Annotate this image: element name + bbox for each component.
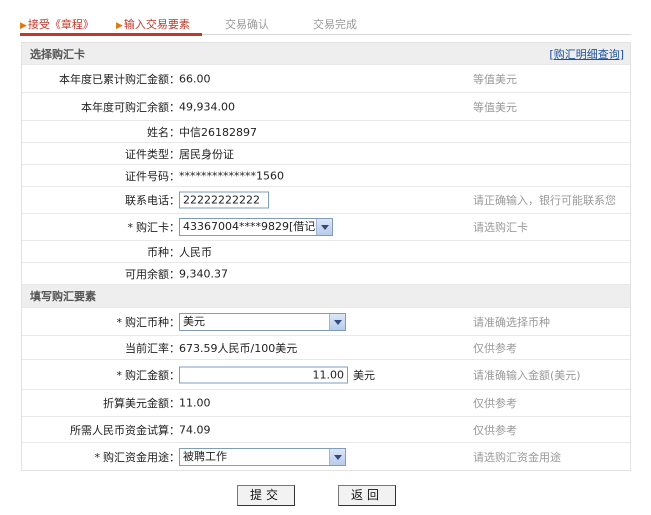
row-amount: * 购汇金额： 11.00 美元 请准确输入金额(美元) <box>22 360 630 390</box>
row-rate: 当前汇率： 673.59人民币/100美元 仅供参考 <box>22 336 630 360</box>
field-hint: 仅供参考 <box>473 397 517 410</box>
step-label: 输入交易要素 <box>123 18 190 31</box>
row-ytd-purchased: 本年度已累计购汇金额： 66.00 等值美元 <box>22 65 630 93</box>
amount-unit: 美元 <box>353 368 375 382</box>
rmb-needed-value: 74.09 <box>179 423 211 436</box>
field-hint: 请准确选择币种 <box>473 315 550 329</box>
field-label: 可用余额： <box>125 267 180 281</box>
row-currency: 币种： 人民币 <box>22 241 630 263</box>
field-label: * 购汇币种： <box>117 314 181 330</box>
submit-button[interactable]: 提交 <box>237 485 295 506</box>
field-label: * 购汇资金用途： <box>95 449 181 465</box>
row-phone: 联系电话： 22222222222 请正确输入，银行可能联系您 <box>22 187 630 214</box>
step-label: 接受《章程》 <box>27 18 94 31</box>
usd-equiv-value: 11.00 <box>179 396 211 410</box>
amount-input[interactable]: 11.00 <box>179 366 348 383</box>
row-usd-equiv: 折算美元金额： 11.00 仅供参考 <box>22 390 630 417</box>
row-card: * 购汇卡： 43367004****9829[借记卡] 请选购汇卡 <box>22 214 630 241</box>
required-marker: * <box>116 315 123 329</box>
field-label: 证件类型： <box>125 147 180 161</box>
field-hint: 请选购汇卡 <box>473 221 528 234</box>
buy-currency-select-value: 美元 <box>183 314 205 328</box>
card-select[interactable]: 43367004****9829[借记卡] <box>179 218 333 236</box>
purchase-form: 选择购汇卡 [购汇明细查询] 本年度已累计购汇金额： 66.00 等值美元 本年… <box>21 42 631 471</box>
name-value: 中信26182897 <box>179 125 257 139</box>
field-label: 本年度已累计购汇金额： <box>59 72 180 86</box>
step-label: 交易确认 <box>225 18 269 31</box>
step-progress-underline <box>20 33 202 36</box>
field-label: 证件号码： <box>125 169 180 183</box>
buy-currency-label-text: 购汇币种： <box>125 315 180 329</box>
section-select-card: 选择购汇卡 [购汇明细查询] <box>22 43 630 65</box>
required-marker: * <box>127 221 134 234</box>
field-hint: 仅供参考 <box>473 341 517 355</box>
step-confirm: 交易确认 <box>225 16 269 32</box>
id-type-value: 居民身份证 <box>179 147 234 161</box>
section-fill-elements: 填写购汇要素 <box>22 285 630 308</box>
field-hint: 请准确输入金额(美元) <box>473 368 581 382</box>
field-label: 本年度可购汇余额： <box>81 100 180 114</box>
field-hint: 请选购汇资金用途 <box>473 450 561 464</box>
purpose-select[interactable]: 被聘工作 <box>179 447 346 466</box>
field-hint: 等值美元 <box>473 100 517 114</box>
field-hint: 请正确输入，银行可能联系您 <box>473 194 616 207</box>
section-title: 填写购汇要素 <box>30 290 96 303</box>
purpose-label-text: 购汇资金用途： <box>103 450 180 464</box>
step-arrow-icon: ▶ <box>116 21 123 31</box>
field-label: 折算美元金额： <box>103 397 180 410</box>
step-complete: 交易完成 <box>313 16 357 32</box>
row-name: 姓名： 中信26182897 <box>22 121 630 143</box>
field-label: * 购汇卡： <box>128 219 181 235</box>
field-hint: 仅供参考 <box>473 423 517 437</box>
field-label: 币种： <box>147 245 180 259</box>
row-balance: 可用余额： 9,340.37 <box>22 263 630 285</box>
step-accept-charter: ▶接受《章程》 <box>20 16 94 32</box>
phone-input[interactable]: 22222222222 <box>179 191 269 209</box>
id-number-value: **************1560 <box>179 169 284 182</box>
balance-value: 9,340.37 <box>179 267 228 280</box>
ytd-available-value: 49,934.00 <box>179 100 235 113</box>
ytd-purchased-value: 66.00 <box>179 72 211 85</box>
back-button[interactable]: 返回 <box>338 485 396 506</box>
card-select-value: 43367004****9829[借记卡] <box>183 220 331 233</box>
required-marker: * <box>116 368 123 382</box>
field-label: 姓名： <box>147 125 180 139</box>
purchase-detail-query-link[interactable]: [购汇明细查询] <box>549 46 624 62</box>
row-ytd-available: 本年度可购汇余额： 49,934.00 等值美元 <box>22 93 630 121</box>
field-hint: 等值美元 <box>473 72 517 86</box>
required-marker: * <box>94 450 101 464</box>
step-input-elements: ▶输入交易要素 <box>116 16 190 32</box>
section-title: 选择购汇卡 <box>30 47 85 61</box>
buy-currency-select[interactable]: 美元 <box>179 312 346 331</box>
chevron-down-icon[interactable] <box>329 313 345 330</box>
amount-label-text: 购汇金额： <box>125 368 180 382</box>
field-label: * 购汇金额： <box>117 367 181 383</box>
row-rmb-needed: 所需人民币资金试算： 74.09 仅供参考 <box>22 417 630 443</box>
field-label: 联系电话： <box>125 194 180 207</box>
purpose-select-value: 被聘工作 <box>183 449 227 463</box>
step-arrow-icon: ▶ <box>20 21 27 31</box>
card-label-text: 购汇卡： <box>136 221 180 234</box>
rate-value: 673.59人民币/100美元 <box>179 341 298 355</box>
chevron-down-icon[interactable] <box>316 219 332 235</box>
row-id-type: 证件类型： 居民身份证 <box>22 143 630 165</box>
action-buttons: 提交 返回 <box>0 485 651 507</box>
chevron-down-icon[interactable] <box>329 448 345 465</box>
step-label: 交易完成 <box>313 18 357 31</box>
field-label: 所需人民币资金试算： <box>70 423 180 437</box>
field-label: 当前汇率： <box>125 341 180 355</box>
row-id-number: 证件号码： **************1560 <box>22 165 630 187</box>
currency-value: 人民币 <box>179 245 212 259</box>
row-purpose: * 购汇资金用途： 被聘工作 请选购汇资金用途 <box>22 443 630 470</box>
row-buy-currency: * 购汇币种： 美元 请准确选择币种 <box>22 308 630 336</box>
